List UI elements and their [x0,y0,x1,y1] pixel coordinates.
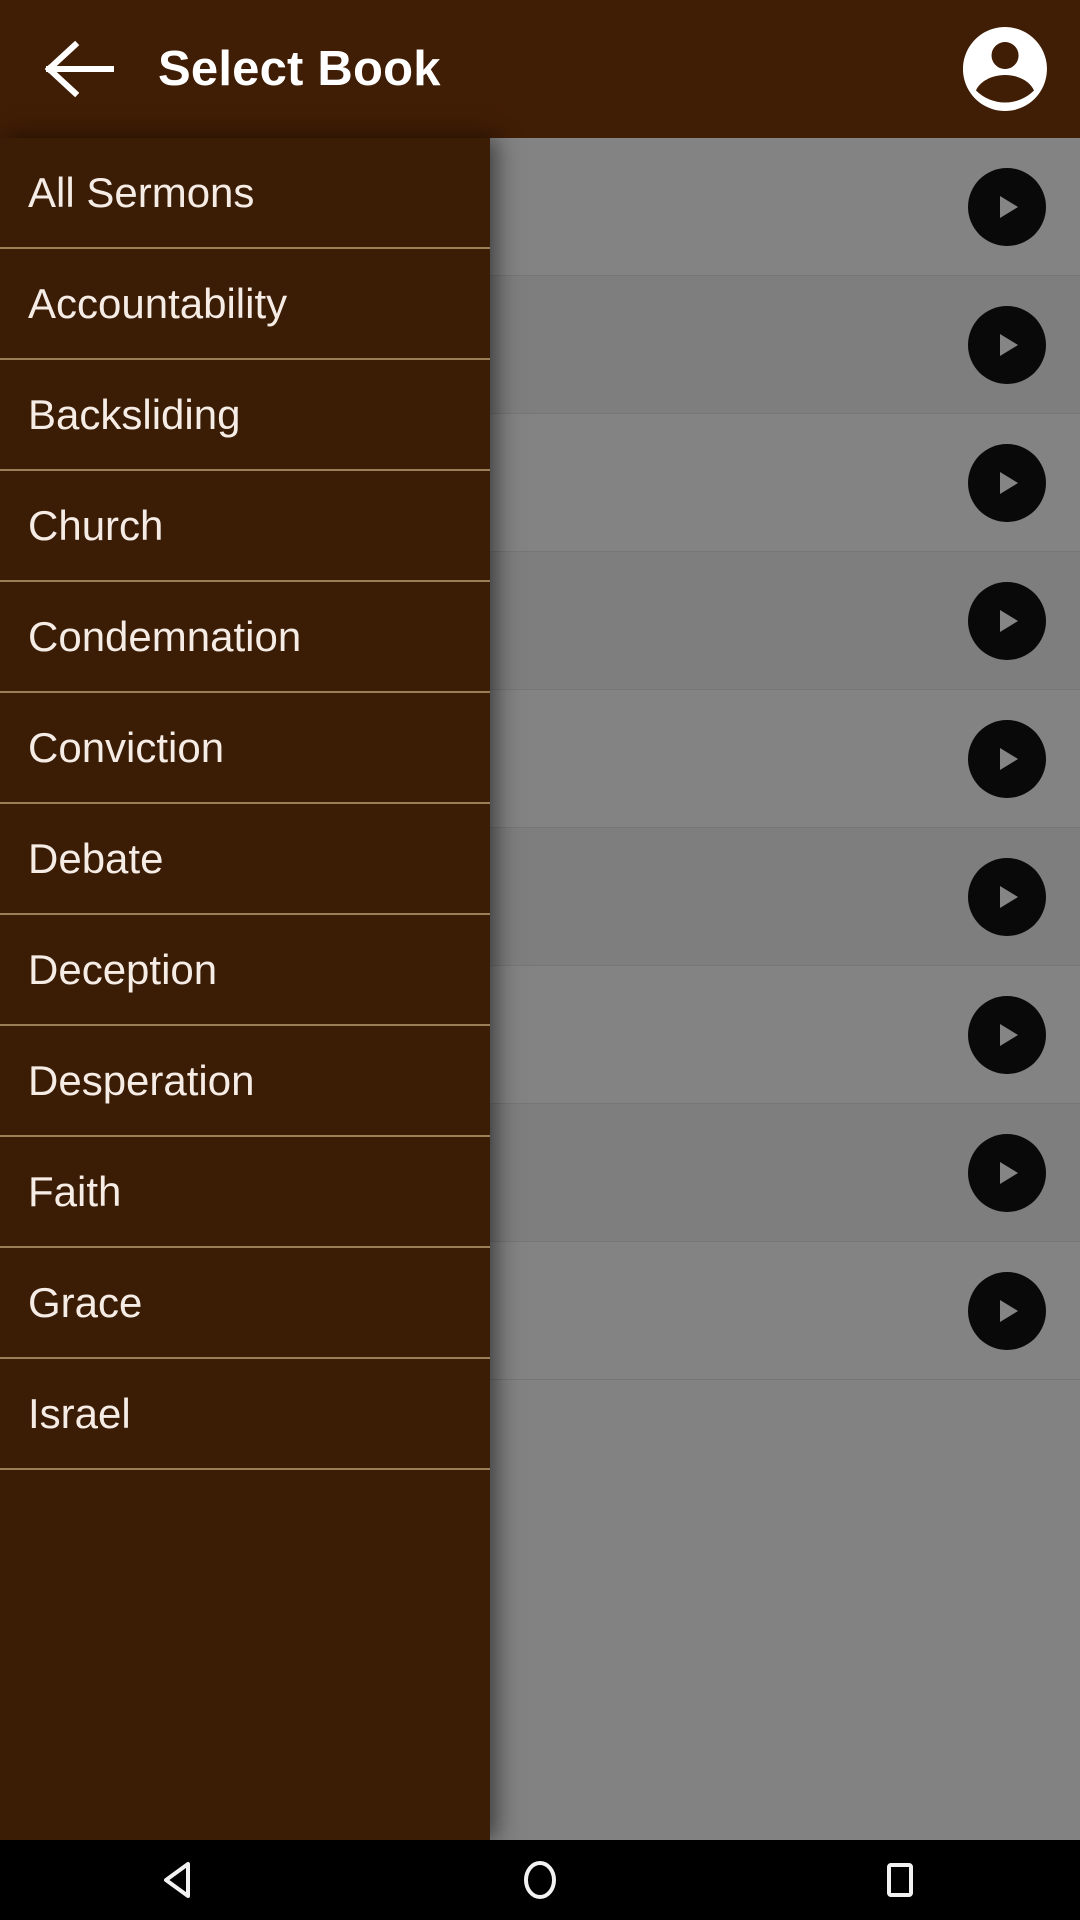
system-navigation-bar [0,1840,1080,1920]
drawer-item-label: Condemnation [28,612,302,660]
page-title: Select Book [158,42,441,96]
play-icon[interactable] [968,857,1046,936]
drawer-item-label: Israel [28,1389,131,1437]
drawer-item-israel[interactable]: Israel [0,1359,490,1470]
play-icon[interactable] [968,995,1046,1074]
drawer-item-label: Grace [28,1278,143,1326]
drawer-item-label: Debate [28,834,164,882]
play-icon[interactable] [968,305,1046,384]
drawer-item-faith[interactable]: Faith [0,1137,490,1248]
drawer-item-label: Deception [28,945,218,993]
play-icon[interactable] [968,1133,1046,1212]
play-icon[interactable] [968,719,1046,798]
play-icon[interactable] [968,167,1046,246]
arrow-left-icon[interactable] [30,21,126,117]
drawer-item-label: Accountability [28,279,288,327]
play-icon[interactable] [968,1271,1046,1350]
drawer-item-label: Desperation [28,1056,255,1104]
drawer-item-label: Conviction [28,723,225,771]
play-icon[interactable] [968,581,1046,660]
navigation-drawer: All Sermons Accountability Backsliding C… [0,138,490,1840]
app-root: A Baptism Of 07 or Israel d [0,0,1080,1920]
drawer-item-label: Backsliding [28,390,241,438]
home-circle-icon[interactable] [460,1840,620,1920]
drawer-item-church[interactable]: Church [0,471,490,582]
back-triangle-icon[interactable] [100,1840,260,1920]
drawer-item-label: All Sermons [28,168,255,216]
drawer-item-desperation[interactable]: Desperation [0,1026,490,1137]
recents-square-icon[interactable] [820,1840,980,1920]
account-circle-icon[interactable] [960,24,1050,114]
app-bar: Select Book [0,0,1080,138]
drawer-item-deception[interactable]: Deception [0,915,490,1026]
drawer-item-all-sermons[interactable]: All Sermons [0,138,490,249]
drawer-item-debate[interactable]: Debate [0,804,490,915]
drawer-item-label: Faith [28,1167,122,1215]
drawer-item-accountability[interactable]: Accountability [0,249,490,360]
drawer-item-label: Church [28,501,164,549]
drawer-item-conviction[interactable]: Conviction [0,693,490,804]
drawer-item-grace[interactable]: Grace [0,1248,490,1359]
drawer-item-backsliding[interactable]: Backsliding [0,360,490,471]
play-icon[interactable] [968,443,1046,522]
drawer-item-condemnation[interactable]: Condemnation [0,582,490,693]
